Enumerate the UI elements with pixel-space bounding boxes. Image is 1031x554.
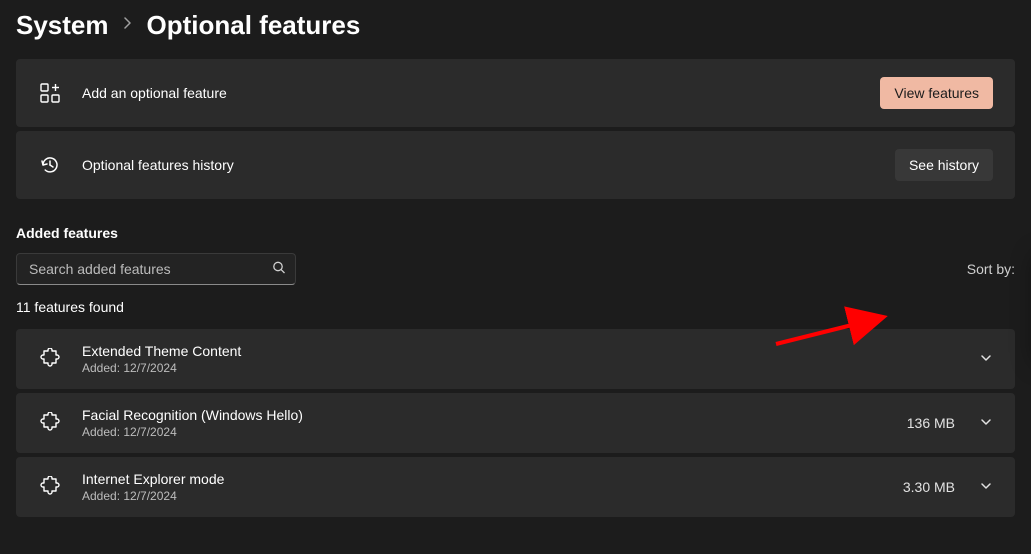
feature-row[interactable]: Extended Theme Content Added: 12/7/2024 <box>16 329 1015 389</box>
feature-row[interactable]: Facial Recognition (Windows Hello) Added:… <box>16 393 1015 453</box>
chevron-down-icon <box>979 415 993 432</box>
feature-size: 136 MB <box>907 415 955 431</box>
feature-info: Internet Explorer mode Added: 12/7/2024 <box>82 471 883 503</box>
chevron-down-icon <box>979 351 993 368</box>
feature-added: Added: 12/7/2024 <box>82 489 883 503</box>
breadcrumb: System Optional features <box>16 10 1015 41</box>
feature-name: Internet Explorer mode <box>82 471 883 487</box>
see-history-button[interactable]: See history <box>895 149 993 181</box>
add-feature-icon <box>38 81 62 105</box>
sort-area: Sort by: Name Total size Date added <box>967 261 1015 277</box>
add-feature-card: Add an optional feature View features <box>16 59 1015 127</box>
sort-label: Sort by: <box>967 261 1015 277</box>
feature-list: Extended Theme ContentAdded: 12/7/2024Fa… <box>16 329 1015 517</box>
puzzle-icon <box>38 347 62 371</box>
view-features-button[interactable]: View features <box>880 77 993 109</box>
feature-name: Extended Theme Content <box>82 343 959 359</box>
added-features-title: Added features <box>16 225 1015 241</box>
feature-row[interactable]: Internet Explorer mode Added: 12/7/2024 3.… <box>16 457 1015 517</box>
history-label: Optional features history <box>82 157 875 173</box>
feature-added: Added: 12/7/2024 <box>82 425 887 439</box>
chevron-right-icon <box>123 16 133 35</box>
puzzle-icon <box>38 475 62 499</box>
feature-added: Added: 12/7/2024 <box>82 361 959 375</box>
history-icon <box>38 153 62 177</box>
search-input[interactable] <box>16 253 296 285</box>
page-title: Optional features <box>147 10 361 41</box>
puzzle-icon <box>38 411 62 435</box>
feature-size: 3.30 MB <box>903 479 955 495</box>
add-feature-label: Add an optional feature <box>82 85 860 101</box>
feature-count: 11 features found <box>16 299 1015 315</box>
history-card: Optional features history See history <box>16 131 1015 199</box>
feature-name: Facial Recognition (Windows Hello) <box>82 407 887 423</box>
feature-info: Facial Recognition (Windows Hello) Added:… <box>82 407 887 439</box>
search-wrap <box>16 253 296 285</box>
breadcrumb-parent[interactable]: System <box>16 10 109 41</box>
feature-info: Extended Theme Content Added: 12/7/2024 <box>82 343 959 375</box>
chevron-down-icon <box>979 479 993 496</box>
